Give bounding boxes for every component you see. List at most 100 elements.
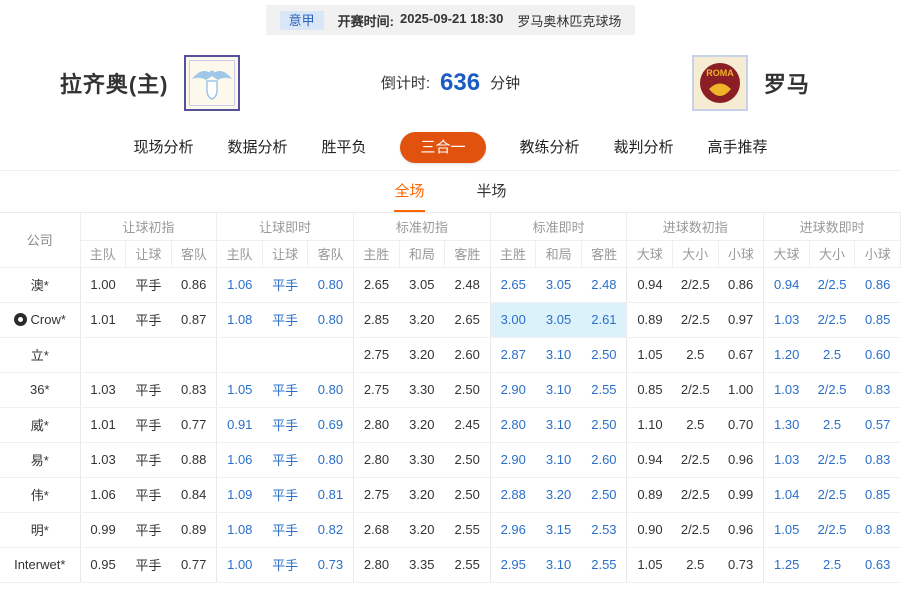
odds-cell[interactable]: 1.04 [764, 477, 810, 512]
odds-cell[interactable]: 0.85 [855, 302, 901, 337]
odds-cell[interactable]: 2.48 [445, 267, 491, 302]
odds-cell[interactable]: 0.69 [308, 407, 354, 442]
subtab-full-time[interactable]: 全场 [394, 171, 424, 212]
odds-cell[interactable]: 2.50 [581, 407, 627, 442]
odds-cell[interactable]: 0.85 [627, 372, 673, 407]
odds-cell[interactable]: 3.20 [399, 512, 445, 547]
odds-cell[interactable]: 0.95 [80, 547, 126, 582]
odds-cell[interactable]: 平手 [126, 477, 172, 512]
odds-cell[interactable]: 0.89 [627, 302, 673, 337]
odds-cell[interactable]: 2.55 [445, 547, 491, 582]
odds-cell[interactable]: 1.05 [217, 372, 263, 407]
odds-cell[interactable]: 0.89 [171, 512, 217, 547]
odds-cell[interactable]: 2.88 [490, 477, 536, 512]
odds-cell[interactable]: 2/2.5 [673, 302, 719, 337]
odds-cell[interactable]: 平手 [126, 302, 172, 337]
odds-cell[interactable]: 0.73 [308, 547, 354, 582]
odds-cell[interactable]: 1.03 [80, 442, 126, 477]
odds-cell[interactable]: 2.85 [353, 302, 399, 337]
odds-cell[interactable]: 2.50 [445, 372, 491, 407]
odds-cell[interactable]: 平手 [262, 512, 308, 547]
odds-cell[interactable]: 0.96 [718, 442, 764, 477]
odds-cell[interactable]: 1.01 [80, 302, 126, 337]
odds-cell[interactable]: 0.81 [308, 477, 354, 512]
odds-cell[interactable]: 2.65 [353, 267, 399, 302]
odds-cell[interactable]: 2/2.5 [809, 372, 855, 407]
odds-cell[interactable]: 2.68 [353, 512, 399, 547]
odds-cell[interactable]: 2/2.5 [673, 512, 719, 547]
odds-cell[interactable]: 1.10 [627, 407, 673, 442]
odds-cell[interactable]: 2.50 [445, 442, 491, 477]
odds-cell[interactable]: 2.50 [581, 337, 627, 372]
odds-cell[interactable]: 1.06 [80, 477, 126, 512]
odds-cell[interactable]: 0.83 [171, 372, 217, 407]
nav-tab-referee-analysis[interactable]: 裁判分析 [614, 140, 674, 155]
odds-cell[interactable]: 3.30 [399, 372, 445, 407]
odds-cell[interactable]: 2.45 [445, 407, 491, 442]
odds-cell[interactable]: 2.75 [353, 477, 399, 512]
odds-cell[interactable]: 2/2.5 [673, 267, 719, 302]
nav-tab-data-analysis[interactable]: 数据分析 [227, 140, 287, 155]
odds-cell[interactable]: 1.01 [80, 407, 126, 442]
bookmaker-name[interactable]: 明* [0, 512, 80, 547]
odds-cell[interactable]: 0.83 [855, 442, 901, 477]
odds-cell[interactable]: 0.83 [855, 372, 901, 407]
odds-cell[interactable]: 1.03 [764, 372, 810, 407]
odds-cell[interactable]: 0.86 [718, 267, 764, 302]
odds-cell[interactable]: 1.03 [80, 372, 126, 407]
odds-cell[interactable] [126, 337, 172, 372]
odds-cell[interactable]: 2/2.5 [673, 477, 719, 512]
odds-cell[interactable]: 0.73 [718, 547, 764, 582]
odds-cell[interactable]: 3.10 [536, 407, 582, 442]
odds-cell[interactable]: 平手 [262, 407, 308, 442]
odds-cell[interactable]: 2.90 [490, 372, 536, 407]
odds-cell[interactable]: 2/2.5 [673, 442, 719, 477]
odds-cell[interactable]: 平手 [126, 267, 172, 302]
odds-cell[interactable]: 0.77 [171, 547, 217, 582]
bookmaker-name[interactable]: 易* [0, 442, 80, 477]
odds-cell[interactable]: 0.84 [171, 477, 217, 512]
odds-cell[interactable]: 2.75 [353, 372, 399, 407]
odds-cell[interactable]: 3.10 [536, 337, 582, 372]
odds-cell[interactable] [217, 337, 263, 372]
odds-cell[interactable]: 1.00 [718, 372, 764, 407]
odds-cell[interactable]: 3.20 [536, 477, 582, 512]
odds-cell[interactable]: 2.80 [490, 407, 536, 442]
odds-cell[interactable]: 1.06 [217, 442, 263, 477]
odds-cell[interactable]: 平手 [262, 442, 308, 477]
odds-cell[interactable]: 3.20 [399, 477, 445, 512]
odds-cell[interactable]: 0.94 [627, 267, 673, 302]
odds-cell[interactable]: 2/2.5 [673, 372, 719, 407]
odds-cell[interactable]: 2.60 [445, 337, 491, 372]
odds-cell[interactable]: 0.96 [718, 512, 764, 547]
odds-cell[interactable]: 0.60 [855, 337, 901, 372]
odds-cell[interactable]: 0.89 [627, 477, 673, 512]
odds-cell[interactable]: 0.82 [308, 512, 354, 547]
odds-cell[interactable]: 2/2.5 [809, 442, 855, 477]
odds-cell[interactable]: 1.00 [80, 267, 126, 302]
odds-cell[interactable]: 2.48 [581, 267, 627, 302]
odds-cell[interactable]: 1.08 [217, 302, 263, 337]
odds-cell[interactable]: 平手 [262, 477, 308, 512]
odds-cell[interactable]: 平手 [126, 547, 172, 582]
odds-cell[interactable]: 1.00 [217, 547, 263, 582]
odds-cell[interactable]: 2.87 [490, 337, 536, 372]
odds-cell[interactable]: 平手 [126, 372, 172, 407]
odds-cell[interactable]: 0.67 [718, 337, 764, 372]
odds-cell[interactable]: 3.20 [399, 302, 445, 337]
odds-cell[interactable]: 1.25 [764, 547, 810, 582]
nav-tab-coach-analysis[interactable]: 教练分析 [520, 140, 580, 155]
odds-cell[interactable]: 2.5 [809, 337, 855, 372]
odds-cell[interactable]: 2/2.5 [809, 267, 855, 302]
nav-tab-expert-picks[interactable]: 高手推荐 [708, 140, 768, 155]
odds-cell[interactable]: 3.20 [399, 337, 445, 372]
odds-cell[interactable]: 0.97 [718, 302, 764, 337]
nav-tab-win-draw-lose[interactable]: 胜平负 [321, 140, 366, 155]
odds-cell[interactable]: 2.75 [353, 337, 399, 372]
bookmaker-name[interactable]: Crow* [0, 302, 80, 337]
odds-cell[interactable]: 1.05 [627, 547, 673, 582]
odds-cell[interactable]: 平手 [262, 267, 308, 302]
odds-cell[interactable]: 1.08 [217, 512, 263, 547]
odds-cell[interactable]: 3.10 [536, 372, 582, 407]
odds-cell[interactable]: 1.06 [217, 267, 263, 302]
